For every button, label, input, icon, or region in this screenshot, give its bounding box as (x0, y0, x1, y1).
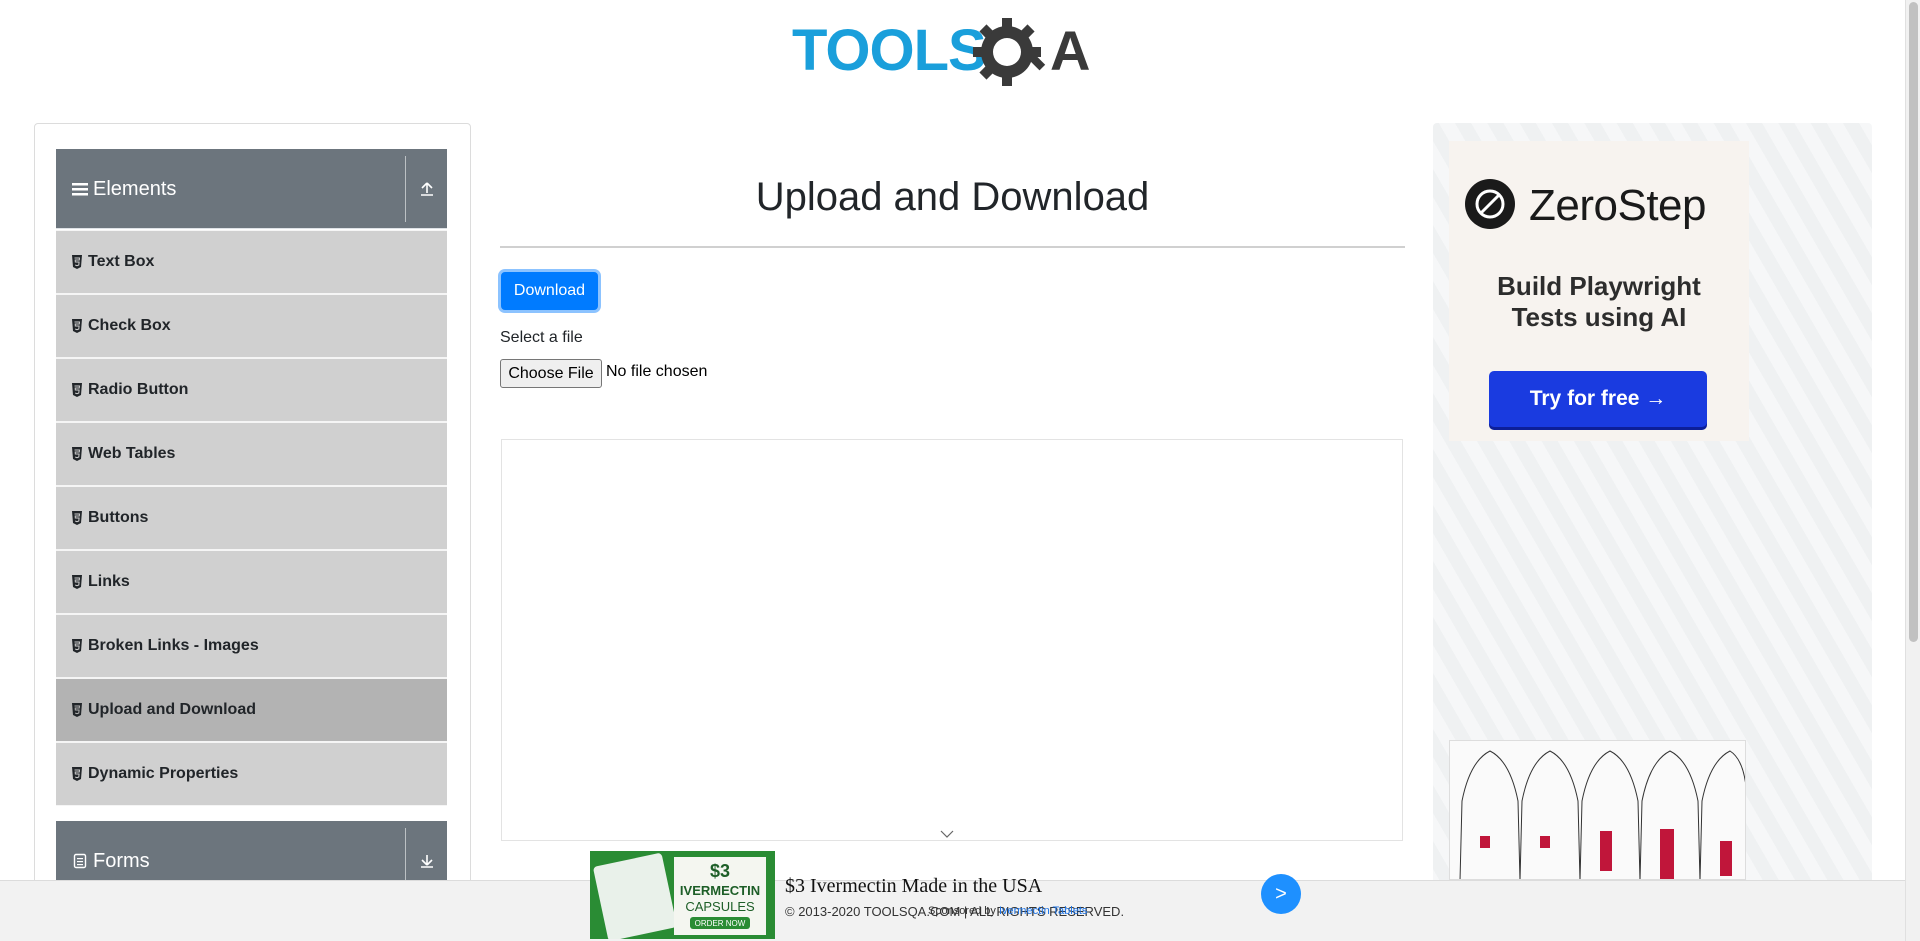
select-file-label: Select a file (500, 329, 583, 346)
tagline-line-1: Build Playwright (1497, 271, 1701, 301)
zerostep-ad[interactable]: ZeroStep Build Playwright Tests using AI… (1449, 141, 1749, 441)
choose-file-button[interactable]: Choose File (500, 359, 602, 388)
sidebar-item-label: Web Tables (88, 445, 176, 462)
sponsor-prefix: Sponsored by (928, 905, 996, 917)
hamburger-icon (72, 183, 88, 196)
svg-text:A: A (1050, 19, 1090, 82)
html-icon (72, 383, 82, 397)
ivermectin-ad-image[interactable]: $3 IVERMECTIN CAPSULES ORDER NOW (590, 851, 775, 941)
sidebar-item-buttons[interactable]: Buttons (56, 486, 447, 550)
elements-menu: Text Box Check Box Radio Button Web Tabl… (56, 230, 447, 806)
ad-image-name: IVERMECTIN (680, 883, 760, 898)
collapse-arrow-up-icon[interactable] (406, 149, 447, 229)
svg-text:TOOLS: TOOLS (792, 18, 986, 83)
sidebar-item-broken-links[interactable]: Broken Links - Images (56, 614, 447, 678)
sidebar-item-links[interactable]: Links (56, 550, 447, 614)
html-icon (72, 639, 82, 653)
sidebar-item-label: Text Box (88, 253, 155, 270)
sidebar-item-label: Check Box (88, 317, 171, 334)
title-divider (500, 246, 1405, 248)
zerostep-logo-icon (1465, 179, 1515, 229)
group-header-elements[interactable]: Elements (56, 149, 447, 229)
sidebar-item-label: Links (88, 573, 130, 590)
html-icon (72, 511, 82, 525)
sidebar-item-check-box[interactable]: Check Box (56, 294, 447, 358)
file-status: No file chosen (606, 363, 708, 380)
zerostep-brand: ZeroStep (1529, 181, 1706, 230)
chevron-down-icon[interactable] (940, 829, 954, 839)
zerostep-tagline: Build Playwright Tests using AI (1449, 271, 1749, 333)
group-label-forms: Forms (93, 849, 150, 872)
html-icon (72, 767, 82, 781)
group-label-elements: Elements (93, 177, 177, 200)
html-icon (72, 255, 82, 269)
ad-next-button[interactable]: > (1261, 874, 1301, 914)
tagline-line-2: Tests using AI (1511, 302, 1687, 332)
ad-image-order: ORDER NOW (695, 919, 746, 928)
sidebar-item-label: Dynamic Properties (88, 765, 239, 782)
sponsor-link[interactable]: Ivermectin Tablets (999, 905, 1087, 917)
sidebar-item-web-tables[interactable]: Web Tables (56, 422, 447, 486)
sidebar-item-label: Buttons (88, 509, 149, 526)
site-header: TOOLS A (0, 0, 1905, 100)
html-icon (72, 703, 82, 717)
ad-title[interactable]: $3 Ivermectin Made in the USA (785, 875, 1042, 898)
page-title: Upload and Download (755, 175, 1150, 219)
right-ad-column: ZeroStep Build Playwright Tests using AI… (1433, 123, 1872, 941)
toolsqa-logo[interactable]: TOOLS A (792, 14, 1116, 90)
ad-image-sub: CAPSULES (685, 899, 755, 914)
sponsor-line: Sponsored by Ivermectin Tablets (928, 905, 1087, 917)
ad-frame (501, 439, 1403, 841)
sidebar-item-label: Radio Button (88, 381, 189, 398)
sidebar: Elements Text Box Check Box Radio Button… (34, 123, 471, 941)
download-button[interactable]: Download (501, 272, 598, 310)
html-icon (72, 447, 82, 461)
html-icon (72, 575, 82, 589)
form-icon (73, 853, 87, 869)
sidebar-item-radio-button[interactable]: Radio Button (56, 358, 447, 422)
sidebar-item-text-box[interactable]: Text Box (56, 230, 447, 294)
anatomy-ad-image[interactable] (1449, 740, 1746, 880)
sidebar-item-upload-and-download[interactable]: Upload and Download (56, 678, 447, 742)
page-scrollbar[interactable] (1905, 0, 1920, 941)
sidebar-item-label: Broken Links - Images (88, 637, 259, 654)
sidebar-item-label: Upload and Download (88, 701, 256, 718)
scrollbar-thumb[interactable] (1909, 2, 1918, 642)
html-icon (72, 319, 82, 333)
ad-image-price: $3 (710, 861, 730, 881)
sidebar-item-dynamic-properties[interactable]: Dynamic Properties (56, 742, 447, 806)
group-header-elements-title: Elements (56, 149, 405, 229)
try-for-free-button[interactable]: Try for free → (1489, 371, 1707, 427)
